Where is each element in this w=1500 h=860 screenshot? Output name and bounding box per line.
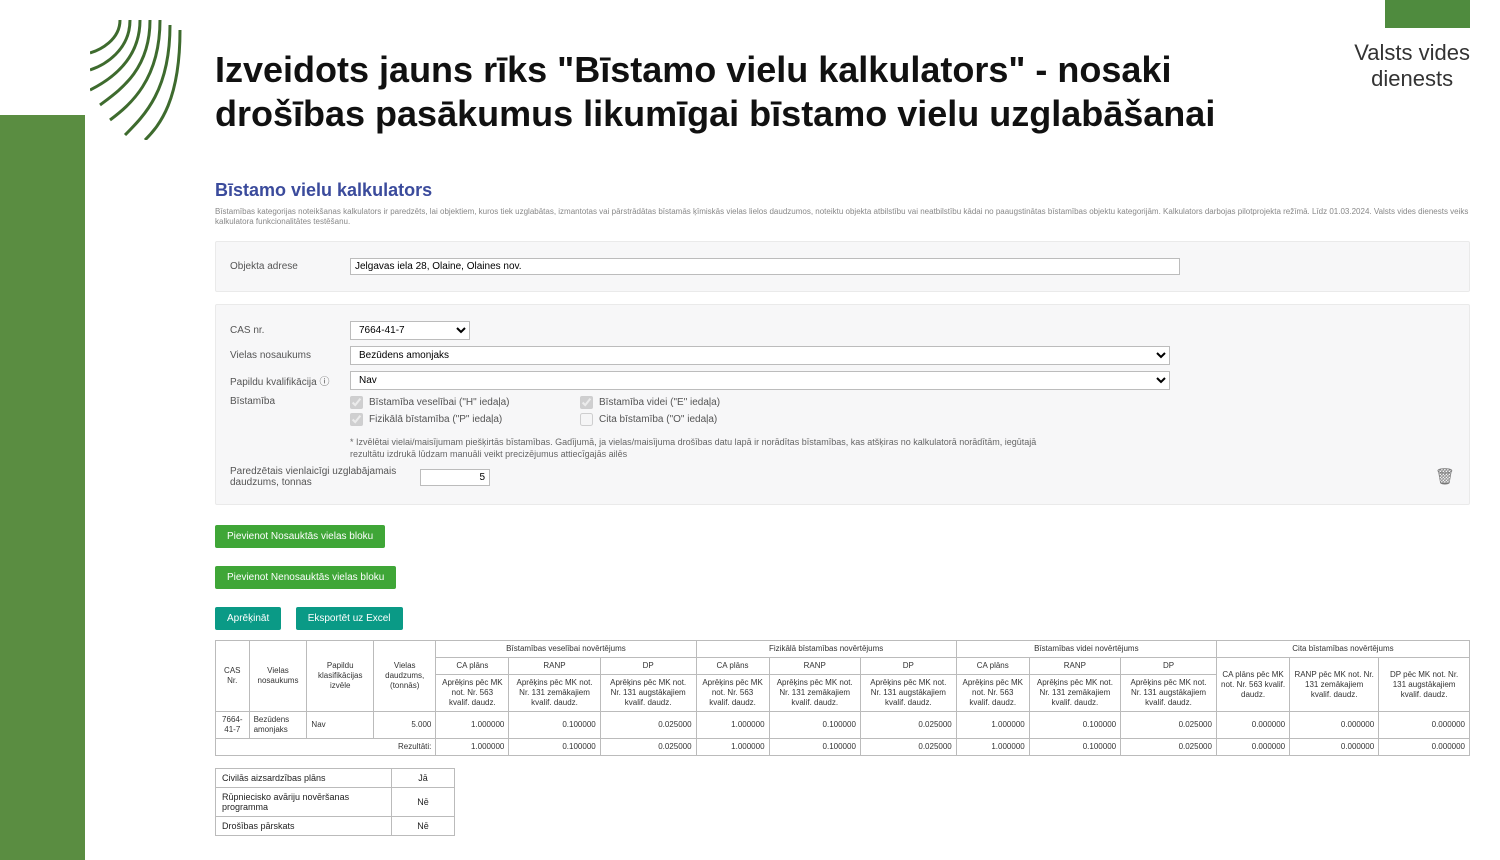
colgroup-environment: Bīstamības videi novērtējums	[956, 641, 1216, 658]
summary-row: Rūpniecisko avāriju novēršanas programma…	[216, 788, 455, 817]
hazard-p-checkbox[interactable]: Fizikālā bīstamība ("P" iedaļa)	[350, 413, 550, 426]
hazard-o-checkbox[interactable]: Cita bīstamība ("O" iedaļa)	[580, 413, 780, 426]
substance-name-label: Vielas nosaukums	[230, 350, 350, 361]
hazard-h-checkbox[interactable]: Bīstamība veselībai ("H" iedaļa)	[350, 396, 550, 409]
summary-table: Civilās aizsardzības plāns Jā Rūpniecisk…	[215, 768, 455, 836]
substance-panel: CAS nr. 7664-41-7 Vielas nosaukums Bezūd…	[215, 304, 1470, 505]
address-panel: Objekta adrese	[215, 241, 1470, 292]
calculate-button[interactable]: Aprēķināt	[215, 607, 281, 630]
hazard-note: * Izvēlētai vielai/maisījumam piešķirtās…	[350, 436, 1070, 460]
address-input[interactable]	[350, 258, 1180, 275]
calculator-title: Bīstamo vielu kalkulators	[215, 180, 1470, 201]
delete-row-icon[interactable]: 🗑	[1435, 467, 1455, 487]
hazard-label: Bīstamība	[230, 396, 350, 407]
colgroup-other: Cita bīstamības novērtējums	[1216, 641, 1469, 658]
left-accent-bar	[0, 115, 85, 860]
col-qual: Papildu klasifikācijas izvēle	[307, 641, 374, 712]
summary-row: Civilās aizsardzības plāns Jā	[216, 769, 455, 788]
export-excel-button[interactable]: Eksportēt uz Excel	[296, 607, 403, 630]
col-qty: Vielas daudzums, (tonnās)	[374, 641, 436, 712]
cas-select[interactable]: 7664-41-7	[350, 321, 470, 340]
brand-accent-block	[1385, 0, 1470, 28]
add-unnamed-substance-button[interactable]: Pievienot Nenosauktās vielas bloku	[215, 566, 396, 589]
cas-label: CAS nr.	[230, 325, 350, 336]
colgroup-physical: Fizikālā bīstamības novērtējums	[696, 641, 956, 658]
colgroup-health: Bīstamības veselībai novērtējums	[436, 641, 696, 658]
quantity-input[interactable]	[420, 469, 490, 486]
calculator-subtitle: Bīstamības kategorijas noteikšanas kalku…	[215, 207, 1470, 227]
table-totals-row: Rezultāti: 1.000000 0.100000 0.025000 1.…	[216, 739, 1470, 756]
add-named-substance-button[interactable]: Pievienot Nosauktās vielas bloku	[215, 525, 385, 548]
vvd-logo-icon	[90, 20, 190, 140]
qualification-label: Papildu kvalifikācija ⓘ	[230, 373, 350, 388]
brand-text: Valsts vides dienests	[1354, 40, 1470, 92]
address-label: Objekta adrese	[230, 261, 350, 272]
col-cas: CAS Nr.	[216, 641, 250, 712]
substance-name-select[interactable]: Bezūdens amonjaks	[350, 346, 1170, 365]
hazard-e-checkbox[interactable]: Bīstamība videi ("E" iedaļa)	[580, 396, 780, 409]
page-headline: Izveidots jauns rīks "Bīstamo vielu kalk…	[215, 48, 1240, 136]
hazard-checkbox-group: Bīstamība veselībai ("H" iedaļa) Bīstamī…	[350, 396, 1070, 460]
quantity-label: Paredzētais vienlaicīgi uzglabājamais da…	[230, 466, 420, 488]
results-table: CAS Nr. Vielas nosaukums Papildu klasifi…	[215, 640, 1470, 756]
summary-row: Drošības pārskats Nē	[216, 817, 455, 836]
qualification-select[interactable]: Nav	[350, 371, 1170, 390]
brand-line2: dienests	[1354, 66, 1470, 92]
col-name: Vielas nosaukums	[249, 641, 307, 712]
table-row: 7664-41-7 Bezūdens amonjaks Nav 5.000 1.…	[216, 712, 1470, 739]
brand-line1: Valsts vides	[1354, 40, 1470, 66]
